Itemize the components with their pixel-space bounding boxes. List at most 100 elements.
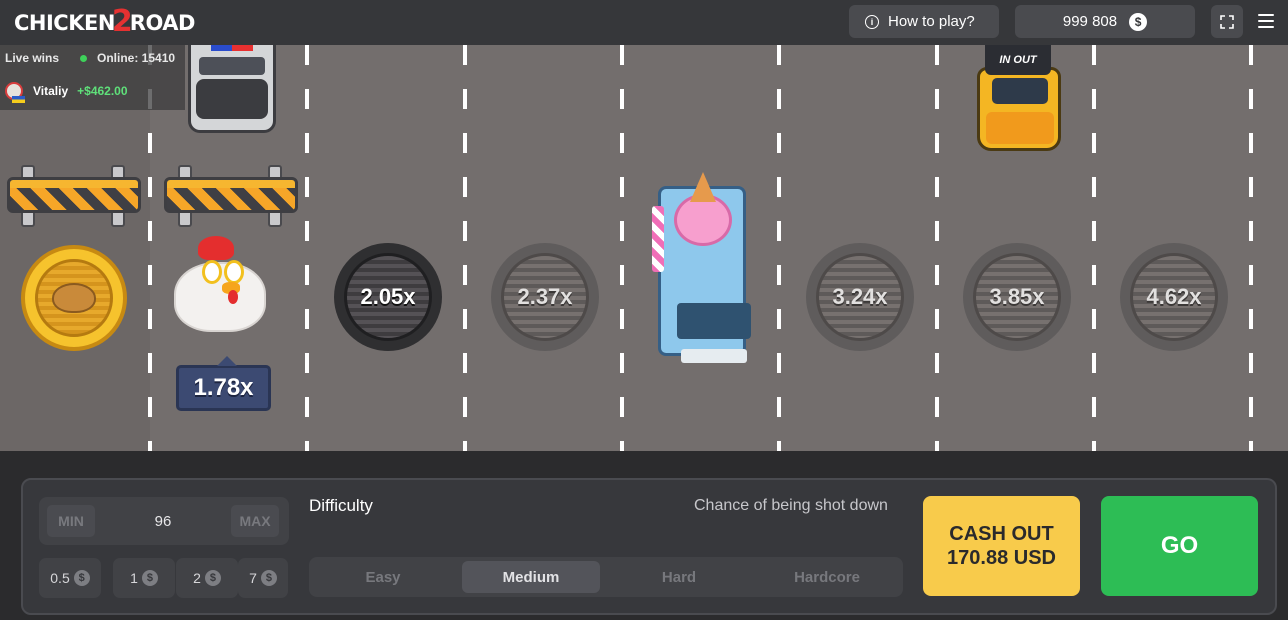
truck-stripe <box>652 206 664 272</box>
manhole-step[interactable]: 3.24x <box>806 243 914 351</box>
manhole-grate: 3.24x <box>816 253 904 341</box>
bet-chip-button[interactable]: 0.5 $ <box>39 558 101 598</box>
difficulty-option-medium[interactable]: Medium <box>462 561 600 593</box>
step-multiplier: 3.24x <box>832 284 888 309</box>
step-multiplier: 2.05x <box>360 284 416 309</box>
lane-divider <box>463 45 467 451</box>
bet-chip-button[interactable]: 7 $ <box>238 558 288 598</box>
cash-out-amount: 170.88 USD <box>947 547 1056 569</box>
chip-value: 7 <box>249 570 257 586</box>
manhole-grate: 3.85x <box>973 253 1061 341</box>
current-multiplier-tag: 1.78x <box>176 356 271 411</box>
manhole-step[interactable]: 3.85x <box>963 243 1071 351</box>
manhole-step[interactable]: 2.37x <box>491 243 599 351</box>
go-button[interactable]: GO <box>1101 496 1258 596</box>
barrier-plank <box>164 177 298 213</box>
road-barrier <box>7 165 141 227</box>
lane-divider <box>1092 45 1096 451</box>
current-multiplier: 1.78x <box>193 374 254 401</box>
balance-display: 999 808 $ <box>1015 5 1195 38</box>
lane-divider <box>305 45 309 451</box>
roast-chicken-icon <box>52 283 96 313</box>
bet-chip-button[interactable]: 2 $ <box>176 558 238 598</box>
live-wins-title: Live wins <box>5 51 60 65</box>
fullscreen-icon <box>1220 14 1234 29</box>
police-car <box>188 45 276 133</box>
chicken-comb <box>198 236 234 260</box>
how-to-play-label: How to play? <box>888 13 975 30</box>
logo-text-left: CHICKEN <box>14 11 115 35</box>
lane-divider <box>620 45 624 451</box>
logo-number: 2 <box>111 3 133 39</box>
lane-divider <box>777 45 781 451</box>
manhole-grate: 2.37x <box>501 253 589 341</box>
chicken-eye <box>202 260 222 284</box>
road-barrier <box>164 165 298 227</box>
bet-max-button[interactable]: MAX <box>231 505 279 537</box>
step-multiplier: 2.37x <box>517 284 573 309</box>
start-coin <box>21 245 127 351</box>
live-win-entry: Vitaliy +$462.00 <box>5 82 128 103</box>
lane-divider <box>1249 45 1253 451</box>
win-amount: +$462.00 <box>77 84 128 98</box>
manhole-step[interactable]: 2.05x <box>334 243 442 351</box>
taxi-body <box>977 67 1061 151</box>
hamburger-menu-icon[interactable] <box>1258 14 1274 28</box>
car-window <box>992 78 1048 104</box>
how-to-play-button[interactable]: i How to play? <box>849 5 999 38</box>
dollar-coin-icon: $ <box>141 570 158 586</box>
step-multiplier: 3.85x <box>989 284 1045 309</box>
logo: CHICKEN 2 ROAD <box>14 3 196 40</box>
online-count: Online: 15410 <box>80 51 175 65</box>
dollar-coin-icon: $ <box>1129 12 1148 31</box>
difficulty-label: Difficulty <box>309 496 373 515</box>
chicken-player <box>172 236 268 336</box>
bet-min-button[interactable]: MIN <box>47 505 95 537</box>
taxi-car: IN OUT <box>975 45 1063 153</box>
taxi-roof-sign: IN OUT <box>985 45 1051 75</box>
dollar-coin-icon: $ <box>204 570 221 586</box>
online-dot-icon <box>80 54 87 62</box>
manhole-grate: 2.05x <box>344 253 432 341</box>
police-lights <box>211 45 253 51</box>
lane-divider <box>935 45 939 451</box>
game-root: IN OUT 1.78x 2.05x 2.37x 3.24x 3.85x 4.6… <box>0 0 1288 620</box>
avatar <box>5 82 25 103</box>
bet-amount-control: MIN 96 MAX <box>39 497 289 545</box>
bet-amount-input[interactable]: 96 <box>103 505 223 537</box>
truck-cab <box>677 303 751 339</box>
chip-value: 2 <box>193 570 201 586</box>
cash-out-button[interactable]: CASH OUT 170.88 USD <box>923 496 1080 596</box>
chip-value: 1 <box>130 570 138 586</box>
cash-out-label: CASH OUT <box>949 523 1054 545</box>
car-hood <box>196 79 268 119</box>
online-label: Online: 15410 <box>97 51 176 65</box>
car-window <box>199 57 265 75</box>
truck-grill <box>681 349 747 363</box>
difficulty-selector: Easy Medium Hard Hardcore <box>309 557 903 597</box>
car-hood <box>986 112 1054 144</box>
manhole-step[interactable]: 4.62x <box>1120 243 1228 351</box>
chicken-wattle <box>228 290 238 304</box>
dollar-coin-icon: $ <box>260 570 277 586</box>
icecream-truck <box>650 172 758 363</box>
difficulty-option-hard[interactable]: Hard <box>610 561 748 593</box>
chance-label: Chance of being shot down <box>694 497 888 514</box>
win-username: Vitaliy <box>33 84 69 98</box>
live-wins-panel: Live wins Online: 15410 Vitaliy +$462.00 <box>0 45 185 110</box>
step-multiplier: 4.62x <box>1146 284 1202 309</box>
fullscreen-button[interactable] <box>1211 5 1243 38</box>
coin-inner <box>35 259 113 337</box>
chip-value: 0.5 <box>50 570 70 586</box>
difficulty-option-easy[interactable]: Easy <box>314 561 452 593</box>
logo-text-right: ROAD <box>129 11 196 35</box>
bet-chip-button[interactable]: 1 $ <box>113 558 175 598</box>
dollar-coin-icon: $ <box>73 570 90 586</box>
top-bar: CHICKEN 2 ROAD i How to play? 999 808 $ <box>0 0 1288 45</box>
barrier-plank <box>7 177 141 213</box>
info-icon: i <box>865 14 879 29</box>
difficulty-option-hardcore[interactable]: Hardcore <box>758 561 896 593</box>
chicken-eye <box>224 260 244 284</box>
manhole-grate: 4.62x <box>1130 253 1218 341</box>
balance-value: 999 808 <box>1062 13 1118 30</box>
